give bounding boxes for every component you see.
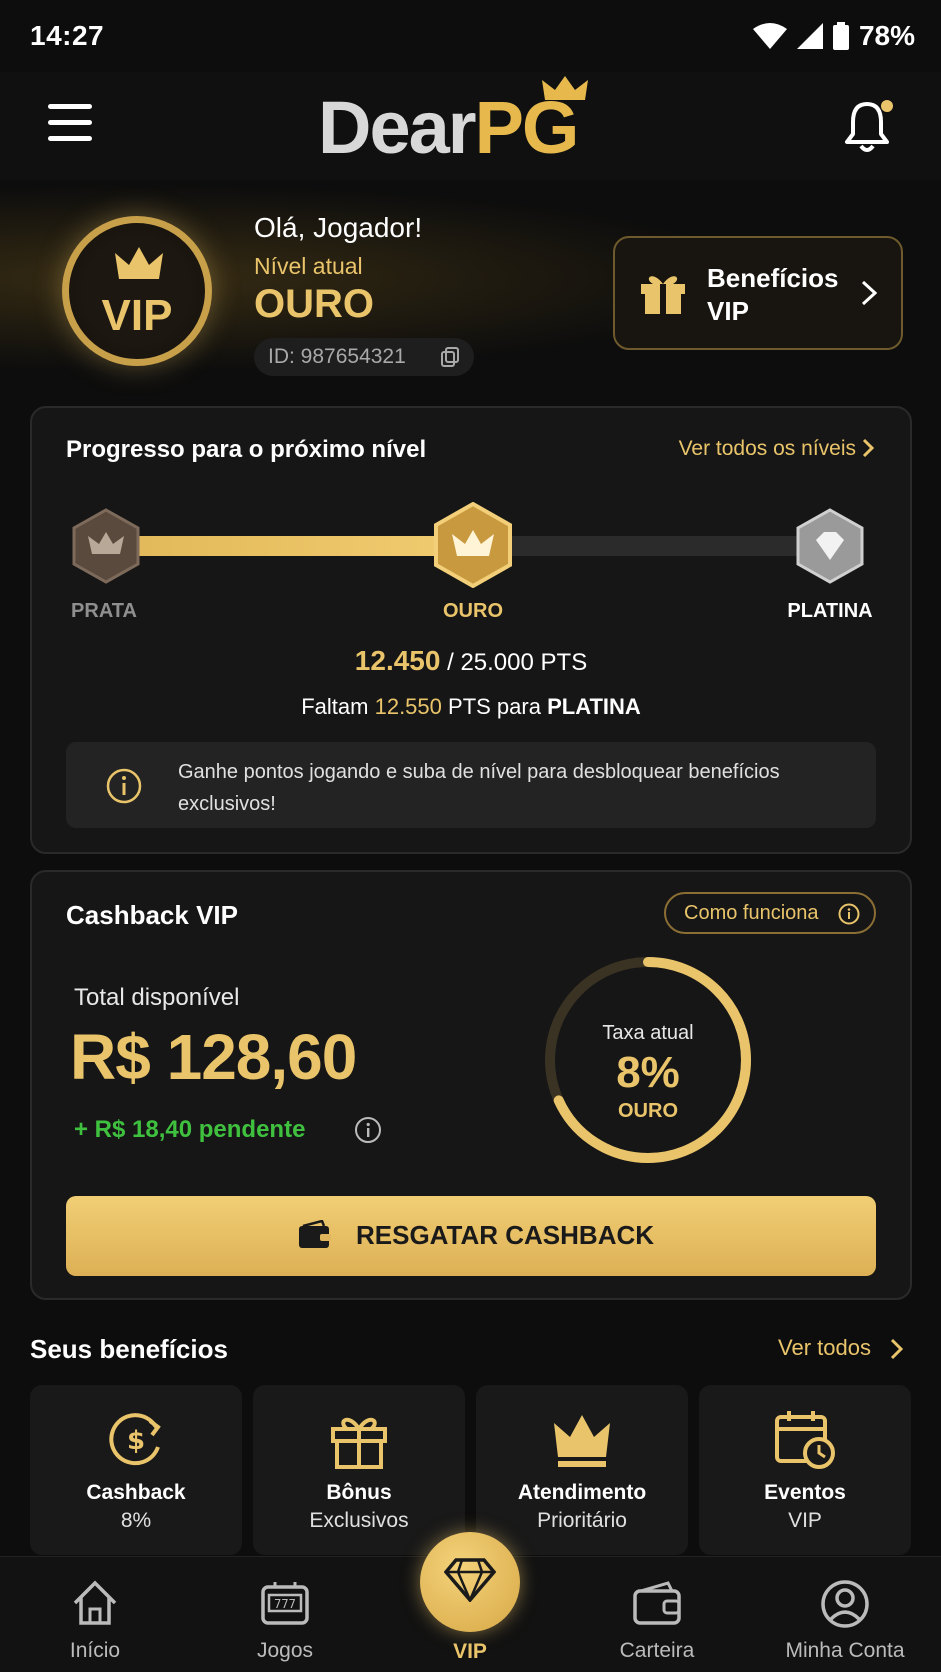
rate-tier: OURO [618, 1100, 678, 1122]
svg-text:$: $ [127, 1426, 145, 1456]
vip-benefits-button[interactable]: Benefícios VIP [613, 236, 903, 350]
battery-percent: 78% [858, 20, 915, 51]
gift-icon [641, 276, 685, 314]
nav-label: Minha Conta [785, 1639, 905, 1662]
chevron-right-icon [861, 280, 877, 306]
pending-amount: + R$ 18,40 pendente [74, 1116, 381, 1144]
chevron-right-icon [862, 438, 874, 458]
info-icon [106, 768, 142, 804]
level-value: OURO [254, 282, 374, 326]
silver-tier-icon [72, 508, 140, 584]
cashback-rate-ring: Taxa atual 8% OURO [536, 948, 760, 1172]
nav-label: Carteira [619, 1639, 695, 1662]
how-it-works-button[interactable]: Como funciona [664, 892, 876, 934]
benefit-tile-events[interactable]: Eventos VIP [699, 1385, 911, 1555]
menu-icon [48, 104, 92, 109]
app-header: DearPG [0, 72, 941, 180]
gift-icon [331, 1417, 387, 1469]
info-text: Ganhe pontos jogando e suba de nível par… [178, 761, 780, 815]
benefit-tile-priority-support[interactable]: Atendimento Prioritário [476, 1385, 688, 1555]
nav-item-games[interactable]: 777 Jogos [210, 1557, 360, 1672]
home-icon [73, 1580, 117, 1625]
points-remaining: Faltam 12.550 PTS para PLATINA [301, 694, 641, 719]
view-all-levels-link[interactable]: Ver todos os níveis [679, 437, 856, 461]
points-display: 12.450 / 25.000 PTS [32, 645, 910, 677]
nav-item-home[interactable]: Início [20, 1557, 170, 1672]
crown-icon [554, 1415, 610, 1467]
player-id-text: ID: 987654321 [268, 345, 406, 368]
player-id: ID: 987654321 [254, 338, 474, 376]
notification-bell-icon[interactable] [843, 98, 895, 154]
current-points: 12.450 [354, 645, 441, 676]
benefit-title: Bônus [326, 1481, 392, 1504]
greeting-text: Olá, Jogador! [254, 212, 423, 243]
benefit-tile-cashback[interactable]: $ Cashback 8% [30, 1385, 242, 1555]
nav-item-account[interactable]: Minha Conta [770, 1557, 920, 1672]
total-available-value: R$ 128,60 [70, 1021, 357, 1093]
app-logo: DearPG [318, 76, 588, 166]
rate-label: Taxa atual [602, 1022, 694, 1044]
wifi-icon [752, 23, 787, 49]
svg-text:777: 777 [274, 1597, 296, 1611]
progress-card: Progresso para o próximo nível Ver todos… [30, 406, 912, 854]
tier-label-gold: OURO [443, 600, 503, 622]
benefit-subtitle: VIP [788, 1509, 822, 1532]
status-bar: 14:27 78% [0, 0, 941, 72]
signal-icon [796, 23, 823, 49]
progress-title: Progresso para o próximo nível [66, 436, 427, 463]
benefit-tile-bonus[interactable]: Bônus Exclusivos [253, 1385, 465, 1555]
next-tier-name: PLATINA [547, 694, 641, 719]
calendar-icon [775, 1411, 835, 1469]
slot-machine-icon: 777 [261, 1582, 309, 1625]
progress-fill [132, 536, 472, 556]
benefit-title: Atendimento [517, 1481, 647, 1504]
status-time: 14:27 [30, 20, 105, 51]
gold-tier-icon [434, 502, 512, 588]
info-box: Ganhe pontos jogando e suba de nível par… [66, 742, 876, 828]
benefit-subtitle: Prioritário [537, 1509, 627, 1532]
level-label: Nível atual [254, 253, 363, 279]
info-icon[interactable] [354, 1116, 382, 1144]
how-it-works-label: Como funciona [684, 902, 819, 924]
benefit-subtitle: Exclusivos [309, 1509, 409, 1532]
info-icon [838, 903, 860, 925]
nav-item-wallet[interactable]: Carteira [582, 1557, 732, 1672]
cashback-card: Cashback VIP Como funciona Total disponí… [30, 870, 912, 1300]
benefit-title: Cashback [86, 1481, 186, 1504]
benefits-section-title: Seus benefícios [30, 1334, 228, 1364]
nav-item-vip[interactable] [420, 1532, 520, 1632]
nav-label: Jogos [256, 1639, 314, 1662]
rate-value: 8% [616, 1048, 680, 1097]
tier-label-platinum: PLATINA [787, 600, 873, 622]
view-all-benefits-link[interactable]: Ver todos [778, 1335, 871, 1361]
wallet-icon [633, 1581, 681, 1625]
user-profile-icon [821, 1580, 869, 1628]
benefit-subtitle: 8% [120, 1509, 152, 1532]
total-available-label: Total disponível [74, 984, 240, 1011]
wallet-icon [299, 1220, 331, 1248]
tier-label-silver: PRATA [71, 600, 137, 622]
platinum-tier-icon [796, 508, 864, 584]
cashback-title: Cashback VIP [66, 900, 238, 930]
vip-benefits-label: Benefícios VIP [707, 263, 839, 326]
nav-label-vip: VIP [453, 1640, 487, 1663]
copy-icon[interactable] [440, 346, 460, 368]
redeem-cashback-label: RESGATAR CASHBACK [356, 1220, 655, 1250]
redeem-cashback-button[interactable]: RESGATAR CASHBACK [66, 1196, 876, 1276]
chevron-right-icon [890, 1338, 904, 1360]
nav-label: Início [69, 1639, 121, 1662]
target-points: / 25.000 PTS [447, 649, 588, 676]
cashback-icon: $ [109, 1413, 161, 1466]
remaining-value: 12.550 [374, 694, 442, 719]
diamond-icon [444, 1558, 496, 1602]
vip-badge-text: VIP [101, 291, 173, 340]
logo-dear: Dear [318, 86, 477, 169]
logo-crown-icon [542, 76, 588, 100]
menu-button[interactable] [48, 104, 92, 144]
battery-icon [832, 22, 849, 50]
vip-badge: VIP [62, 216, 212, 366]
benefit-title: Eventos [764, 1481, 846, 1504]
crown-icon [115, 247, 163, 279]
